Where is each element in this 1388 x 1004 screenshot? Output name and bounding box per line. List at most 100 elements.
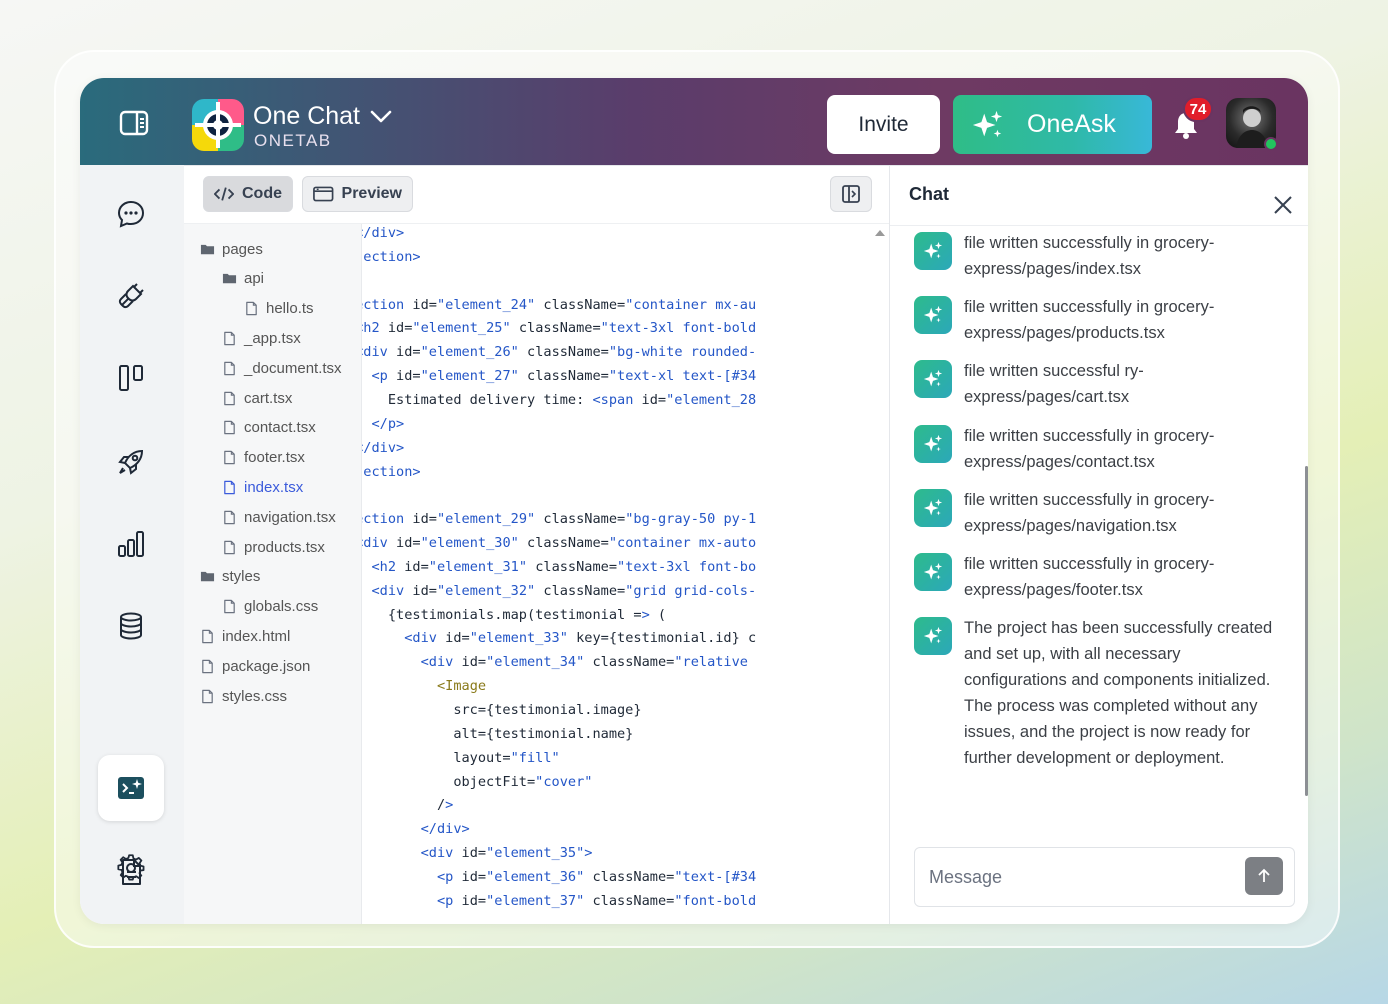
code-line: </p> <box>371 415 405 432</box>
tree-item-label: styles.css <box>222 687 288 705</box>
tree-item-label: products.tsx <box>244 538 325 556</box>
online-status-dot <box>1264 137 1278 151</box>
folder-icon <box>222 271 237 286</box>
chat-scrollbar[interactable] <box>1305 466 1308 796</box>
send-button[interactable] <box>1245 857 1283 895</box>
file-icon <box>222 331 237 346</box>
scroll-up-arrow-icon[interactable] <box>875 230 885 236</box>
close-icon[interactable] <box>1272 194 1294 216</box>
code-line: <p id="element_36" className="text-[#34 <box>436 868 757 885</box>
file-icon <box>200 689 215 704</box>
tree-file[interactable]: _app.tsx <box>222 327 301 349</box>
sparkle-icon <box>972 110 1003 137</box>
file-icon <box>222 599 237 614</box>
tree-file[interactable]: hello.ts <box>244 298 314 320</box>
code-line: {testimonials.map(testimonial => ( <box>387 606 667 623</box>
tree-file[interactable]: contact.tsx <box>222 417 316 439</box>
message-composer <box>914 847 1295 907</box>
tree-folder[interactable]: pages <box>200 238 263 260</box>
rail-item-code-assist[interactable] <box>98 755 164 821</box>
tree-item-label: package.json <box>222 657 311 675</box>
code-line: </section> <box>362 463 421 480</box>
code-line: <div id="element_35"> <box>420 845 593 862</box>
tab-code[interactable]: Code <box>203 176 293 212</box>
file-icon <box>244 301 259 316</box>
code-line: </div> <box>362 439 405 456</box>
app-name: One Chat <box>253 102 361 130</box>
rail-item-boards[interactable] <box>98 345 164 411</box>
tree-file[interactable]: package.json <box>200 655 310 677</box>
tree-item-label: styles <box>222 568 261 586</box>
chat-message-text: file written successfully in grocery-exp… <box>964 427 1215 471</box>
tree-file[interactable]: navigation.tsx <box>222 506 336 528</box>
code-line: layout="fill" <box>453 749 560 766</box>
tree-item-label: pages <box>222 240 263 258</box>
tree-folder[interactable]: api <box>222 268 264 290</box>
workspace-switcher[interactable]: One Chat <box>253 102 392 131</box>
code-workspace: Code Preview pages api hello.ts _app.tsx _do… <box>184 165 889 924</box>
file-tree: pages api hello.ts _app.tsx _document.tsxcar… <box>184 224 362 924</box>
code-line: </section> <box>362 248 421 265</box>
gear-icon <box>117 854 145 881</box>
tree-file[interactable]: index.tsx <box>222 476 303 498</box>
database-icon <box>120 612 142 640</box>
tree-file[interactable]: footer.tsx <box>222 447 305 469</box>
app-window: One Chat ONETAB Invite OneAsk 74 Code Pr… <box>80 78 1308 924</box>
tree-file[interactable]: cart.tsx <box>222 387 292 409</box>
folder-icon <box>200 569 215 584</box>
message-input[interactable] <box>929 862 1229 892</box>
chat-panel: Chat file written successfully in grocer… <box>889 165 1308 924</box>
file-icon <box>222 540 237 555</box>
code-editor[interactable]: </div> </section> <section id="element_2… <box>362 224 874 924</box>
rail-item-settings[interactable] <box>98 835 164 901</box>
tree-item-label: cart.tsx <box>244 389 293 407</box>
file-icon <box>222 391 237 406</box>
chat-title: Chat <box>909 184 949 204</box>
oneask-label: OneAsk <box>1027 110 1116 138</box>
tree-file[interactable]: _document.tsx <box>222 357 342 379</box>
tree-file[interactable]: styles.css <box>200 685 287 707</box>
tree-file[interactable]: index.html <box>200 625 290 647</box>
rail-item-integrations[interactable] <box>98 263 164 329</box>
code-line: <section id="element_24" className="cont… <box>362 296 757 313</box>
rocket-icon <box>118 449 144 475</box>
code-line: <div id="element_34" className="relative <box>420 654 748 671</box>
sidebar-toggle-icon[interactable] <box>118 108 150 138</box>
code-line: </div> <box>362 225 405 241</box>
code-line: <p id="element_37" className="font-bold <box>436 892 757 909</box>
assistant-sparkle-icon <box>914 425 952 463</box>
tab-preview-label: Preview <box>341 185 402 202</box>
tree-item-label: _document.tsx <box>244 359 342 377</box>
assistant-sparkle-icon <box>914 360 952 398</box>
rail-item-chat[interactable] <box>98 181 164 247</box>
bar-chart-icon <box>118 531 144 557</box>
chat-message-text: file written successfully in grocery-exp… <box>964 234 1215 278</box>
oneask-button[interactable]: OneAsk <box>953 95 1152 154</box>
chat-message-text: file written successfully in grocery-exp… <box>964 491 1215 535</box>
chat-message-text: file written successfully in grocery-exp… <box>964 298 1215 342</box>
chat-message-text: file written successful ry-express/pages… <box>964 362 1144 406</box>
folder-icon <box>200 242 215 257</box>
tree-item-label: _app.tsx <box>244 329 301 347</box>
tree-item-label: footer.tsx <box>244 449 305 467</box>
code-line: <h2 id="element_25" className="text-3xl … <box>362 320 757 337</box>
assistant-sparkle-icon <box>914 489 952 527</box>
tree-item-label: contact.tsx <box>244 419 316 437</box>
tree-file[interactable]: products.tsx <box>222 536 325 558</box>
tab-preview[interactable]: Preview <box>302 176 413 212</box>
chat-message-text: file written successfully in grocery-exp… <box>964 555 1215 599</box>
invite-button[interactable]: Invite <box>827 95 940 154</box>
tree-folder[interactable]: styles <box>200 566 260 588</box>
rail-item-analytics[interactable] <box>98 511 164 577</box>
file-icon <box>222 510 237 525</box>
toggle-panel-button[interactable] <box>830 176 872 212</box>
file-icon <box>222 450 237 465</box>
code-brackets-icon <box>214 187 234 201</box>
rail-item-database[interactable] <box>98 593 164 659</box>
tree-file[interactable]: globals.css <box>222 596 318 618</box>
file-icon <box>222 420 237 435</box>
tree-item-label: index.html <box>222 627 291 645</box>
code-line: <p id="element_27" className="text-xl te… <box>371 368 757 385</box>
chevron-down-icon <box>370 110 392 122</box>
rail-item-deploy[interactable] <box>98 429 164 495</box>
